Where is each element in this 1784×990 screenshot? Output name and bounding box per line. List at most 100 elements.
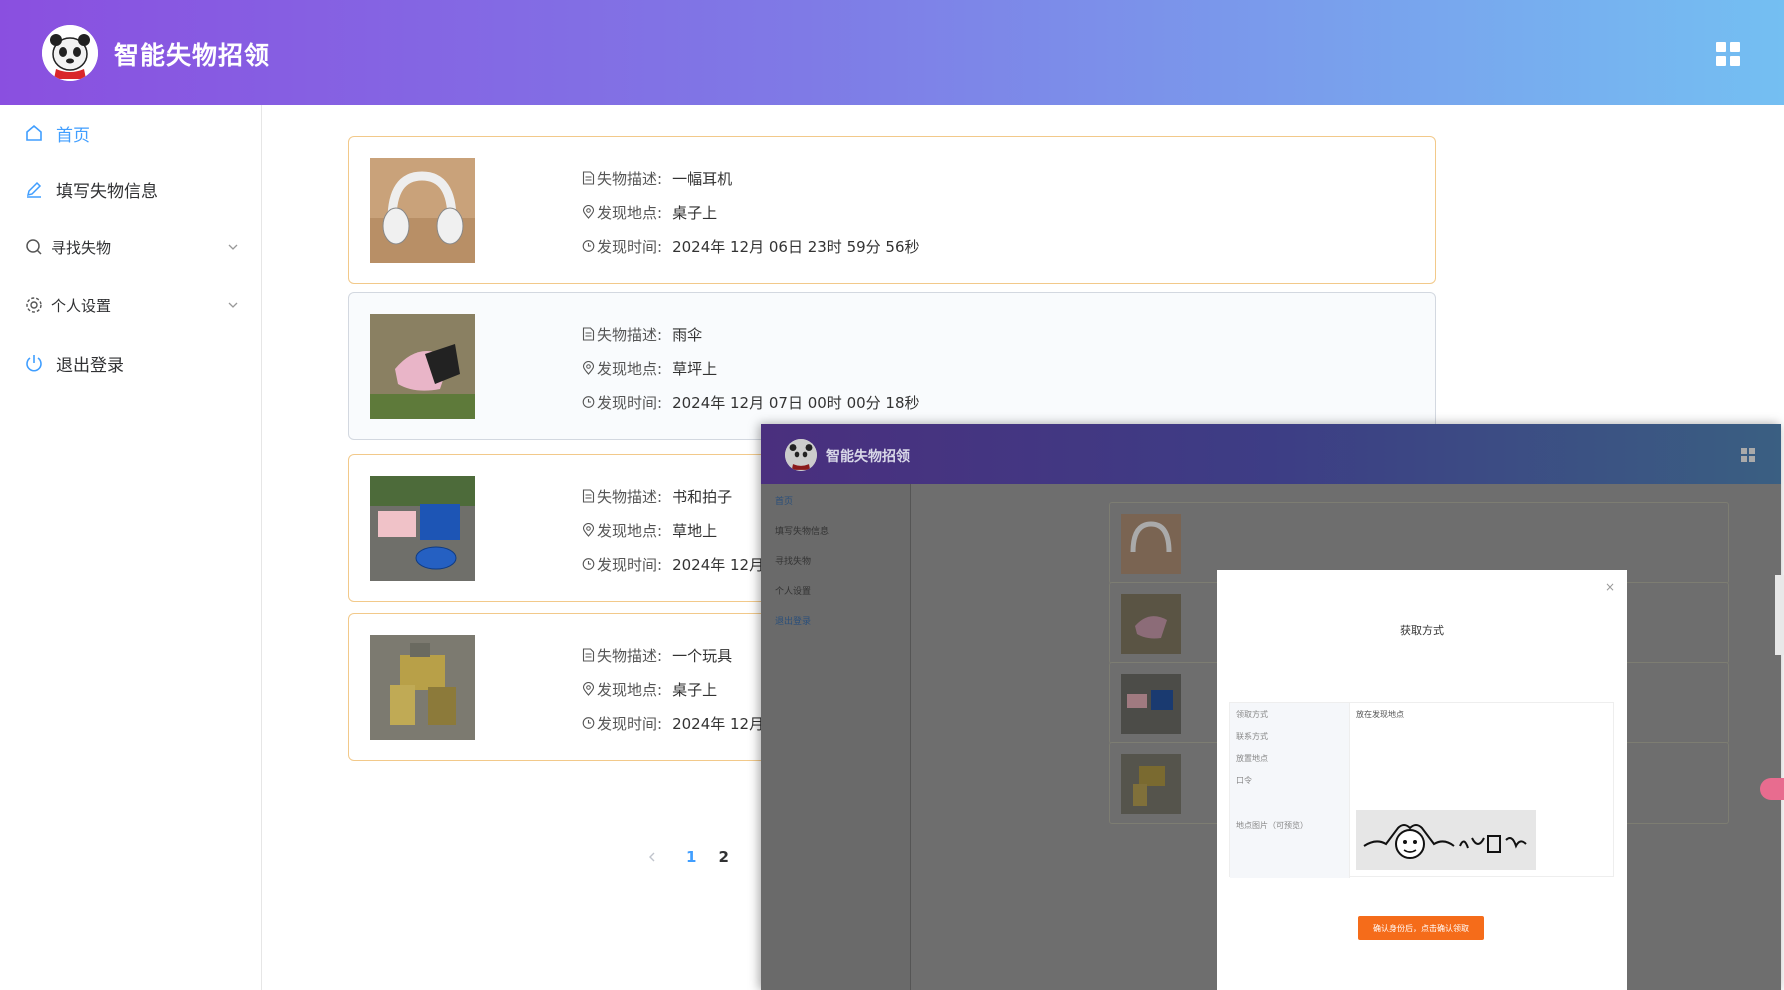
item-time-row: 发现时间: 2024年 12月 ( xyxy=(582,706,775,740)
desc-label: 失物描述: xyxy=(597,169,663,188)
overlay-sidebar-item: 寻找失物 xyxy=(775,557,812,567)
sidebar-item-settings[interactable]: 个人设置 xyxy=(0,277,262,333)
place-value: 桌子上 xyxy=(672,680,718,699)
chevron-left-icon[interactable] xyxy=(646,851,658,863)
app-title: 智能失物招领 xyxy=(114,41,271,70)
page-1-button[interactable]: 1 xyxy=(686,848,696,866)
claim-method-dialog: × 获取方式 领取方式 联系方式 放置地点 口令 地点图片（可预览） 放在发现地… xyxy=(1217,570,1627,990)
overlay-window-screenshot: 智能失物招领 首页 填写失物信息 寻找失物 个人设置 退出登录 × 获取方式 领… xyxy=(761,424,1781,990)
location-icon xyxy=(582,361,595,375)
panda-avatar-logo xyxy=(785,439,817,471)
close-icon[interactable]: × xyxy=(1605,580,1615,594)
item-info: 失物描述: 一幅耳机 发现地点: 桌子上 发现时间: 2024年 12月 06日 23… xyxy=(582,161,920,263)
time-value: 2024年 12月 07日 00时 00分 18秒 xyxy=(672,393,920,412)
item-time-row: 发现时间: 2024年 12月 ( xyxy=(582,547,775,581)
sidebar-item-label: 填写失物信息 xyxy=(56,181,158,202)
item-desc-row: 失物描述: 一幅耳机 xyxy=(582,161,920,195)
clock-icon xyxy=(582,717,595,729)
sidebar-item-label: 个人设置 xyxy=(51,296,112,315)
item-photo-toy xyxy=(370,635,475,740)
edit-icon xyxy=(26,181,42,198)
item-info: 失物描述: 雨伞 发现地点: 草坪上 发现时间: 2024年 12月 07日 00时 … xyxy=(582,317,920,419)
item-place-row: 发现地点: 桌子上 xyxy=(582,195,920,229)
desc-label: 失物描述: xyxy=(597,325,663,344)
claim-values-column: 放在发现地点 xyxy=(1350,703,1615,878)
time-label: 发现时间: xyxy=(597,555,663,574)
item-info: 失物描述: 一个玩具 发现地点: 桌子上 发现时间: 2024年 12月 ( xyxy=(582,638,775,740)
time-value: 2024年 12月 ( xyxy=(672,714,775,733)
location-image-preview[interactable] xyxy=(1356,810,1536,870)
claim-labels-column: 领取方式 联系方式 放置地点 口令 地点图片（可预览） xyxy=(1230,703,1350,878)
pagination: 1 2 xyxy=(646,848,751,866)
edge-scroll-tab[interactable] xyxy=(1775,575,1784,655)
clock-icon xyxy=(582,558,595,570)
dialog-title: 获取方式 xyxy=(1400,624,1444,637)
grid-menu-icon[interactable] xyxy=(1716,42,1740,66)
item-place-row: 发现地点: 草地上 xyxy=(582,513,775,547)
desc-value: 一幅耳机 xyxy=(672,169,733,188)
search-icon xyxy=(26,239,42,255)
item-place-row: 发现地点: 桌子上 xyxy=(582,672,775,706)
item-photo-umbrella xyxy=(370,314,475,419)
lost-item-card[interactable]: 失物描述: 雨伞 发现地点: 草坪上 发现时间: 2024年 12月 07日 00时 … xyxy=(348,292,1436,440)
power-icon xyxy=(26,355,42,372)
time-value: 2024年 12月 ( xyxy=(672,555,775,574)
overlay-app-title: 智能失物招领 xyxy=(826,449,910,465)
location-image-label: 地点图片（可预览） xyxy=(1236,821,1308,830)
overlay-sidebar-item: 填写失物信息 xyxy=(775,527,830,537)
document-icon xyxy=(582,327,595,341)
item-time-row: 发现时间: 2024年 12月 07日 00时 00分 18秒 xyxy=(582,385,920,419)
location-icon xyxy=(582,205,595,219)
item-info: 失物描述: 书和拍子 发现地点: 草地上 发现时间: 2024年 12月 ( xyxy=(582,479,775,581)
item-time-row: 发现时间: 2024年 12月 06日 23时 59分 56秒 xyxy=(582,229,920,263)
item-desc-row: 失物描述: 雨伞 xyxy=(582,317,920,351)
page-2-button[interactable]: 2 xyxy=(718,848,728,866)
overlay-header: 智能失物招领 xyxy=(761,424,1781,484)
place-label: 发现地点: xyxy=(597,521,663,540)
desc-label: 失物描述: xyxy=(597,646,663,665)
contact-label: 联系方式 xyxy=(1236,732,1268,741)
sidebar-item-fill-info[interactable]: 填写失物信息 xyxy=(0,161,262,217)
place-label: 发现地点: xyxy=(597,203,663,222)
lost-item-card[interactable]: 失物描述: 一幅耳机 发现地点: 桌子上 发现时间: 2024年 12月 06日 23… xyxy=(348,136,1436,284)
top-header: 智能失物招领 xyxy=(0,0,1784,105)
gear-icon xyxy=(26,297,42,313)
place-label: 发现地点: xyxy=(597,359,663,378)
confirm-claim-button[interactable]: 确认身份后，点击确认领取 xyxy=(1358,916,1484,940)
overlay-sidebar-item: 首页 xyxy=(775,497,794,507)
overlay-item-photo xyxy=(1121,674,1181,734)
item-desc-row: 失物描述: 书和拍子 xyxy=(582,479,775,513)
document-icon xyxy=(582,489,595,503)
chevron-down-icon xyxy=(228,244,238,250)
desc-value: 雨伞 xyxy=(672,325,703,344)
item-place-row: 发现地点: 草坪上 xyxy=(582,351,920,385)
overlay-item-photo xyxy=(1121,754,1181,814)
panda-avatar-logo xyxy=(42,25,98,81)
sidebar: 首页 填写失物信息 寻找失物 个人设置 退出登录 xyxy=(0,105,262,990)
claim-details-table: 领取方式 联系方式 放置地点 口令 地点图片（可预览） 放在发现地点 xyxy=(1229,702,1615,878)
app-root: 智能失物招领 首页 填写失物信息 寻找失物 个人设置 退出登录 失物描述: 一幅… xyxy=(0,0,1784,990)
place-value: 草地上 xyxy=(672,521,718,540)
sidebar-item-home[interactable]: 首页 xyxy=(0,105,262,161)
translate-icon[interactable] xyxy=(1760,778,1784,800)
sidebar-item-find[interactable]: 寻找失物 xyxy=(0,219,262,275)
place-label: 发现地点: xyxy=(597,680,663,699)
time-label: 发现时间: xyxy=(597,237,663,256)
overlay-sidebar: 首页 填写失物信息 寻找失物 个人设置 退出登录 xyxy=(761,484,911,990)
chevron-down-icon xyxy=(228,302,238,308)
overlay-item-photo xyxy=(1121,514,1181,574)
time-label: 发现时间: xyxy=(597,393,663,412)
sidebar-item-label: 退出登录 xyxy=(56,355,124,376)
clock-icon xyxy=(582,240,595,252)
desc-label: 失物描述: xyxy=(597,487,663,506)
time-label: 发现时间: xyxy=(597,714,663,733)
place-value: 桌子上 xyxy=(672,203,718,222)
location-icon xyxy=(582,682,595,696)
home-icon xyxy=(26,124,42,141)
document-icon xyxy=(582,648,595,662)
grid-menu-icon xyxy=(1741,448,1755,462)
place-value: 草坪上 xyxy=(672,359,718,378)
location-label: 放置地点 xyxy=(1236,754,1268,763)
overlay-sidebar-item: 退出登录 xyxy=(775,617,812,627)
sidebar-item-logout[interactable]: 退出登录 xyxy=(0,335,262,391)
